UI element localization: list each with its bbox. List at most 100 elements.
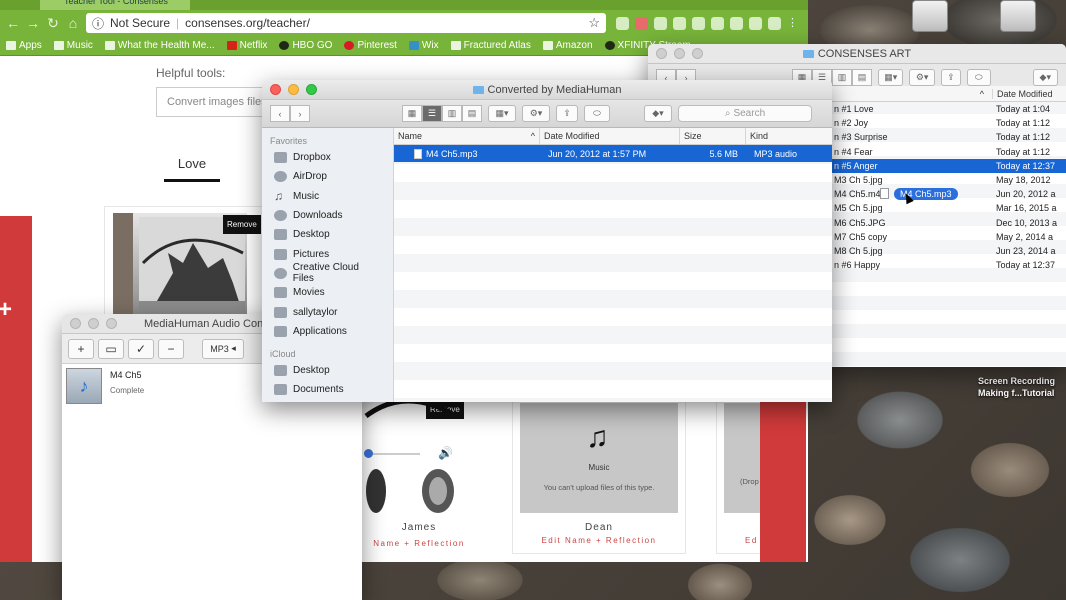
share-icon[interactable]: ⇪ — [556, 105, 578, 122]
bookmark-star-icon[interactable]: ☆ — [588, 15, 600, 31]
reload-icon[interactable]: ↻ — [46, 15, 60, 32]
column-size[interactable]: Size — [680, 128, 746, 144]
info-icon[interactable]: ⓘ — [92, 15, 104, 32]
dropbox-icon[interactable]: ◆▾ — [1032, 69, 1058, 86]
sidebar-item-pictures[interactable]: Pictures — [262, 244, 393, 263]
column-date-modified[interactable]: Date Modified — [540, 128, 680, 144]
file-row-selected[interactable]: n #5 Anger Today at 12:37 — [832, 158, 1066, 173]
sidebar-item-icloud-documents[interactable]: Documents — [262, 380, 393, 399]
minimize-button[interactable] — [288, 84, 299, 95]
icon-view-button[interactable]: ▦ — [402, 105, 422, 122]
file-row[interactable]: n #1 Love Today at 1:04 — [832, 102, 1066, 116]
close-button[interactable] — [270, 84, 281, 95]
close-button[interactable] — [656, 48, 667, 59]
tag-icon[interactable]: ⬭ — [966, 69, 991, 86]
clear-icon[interactable]: ✓ — [128, 338, 154, 359]
extension-icon[interactable] — [711, 16, 724, 30]
zoom-button[interactable] — [306, 84, 317, 95]
sidebar-item-creative-cloud[interactable]: Creative Cloud Files — [262, 262, 393, 284]
file-row[interactable]: n #2 Joy Today at 1:12 — [832, 116, 1066, 130]
tag-icon[interactable]: ⬭ — [584, 105, 610, 122]
share-icon[interactable]: ⇪ — [940, 69, 961, 86]
remove-button[interactable]: Remove — [223, 215, 261, 234]
dropbox-icon[interactable]: ◆▾ — [644, 105, 672, 122]
format-select[interactable]: MP3 ◂ — [202, 338, 244, 359]
pinterest-extension-icon[interactable] — [635, 16, 648, 30]
drive-icon[interactable] — [912, 0, 948, 32]
column-kind[interactable]: Kind — [746, 128, 832, 144]
sidebar-item-downloads[interactable]: Downloads — [262, 206, 393, 225]
sidebar-item-home[interactable]: sallytaylor — [262, 302, 393, 321]
bookmark-health[interactable]: What the Health Me... — [104, 40, 215, 51]
file-row[interactable]: M6 Ch5.JPG Dec 10, 2013 a — [832, 216, 1066, 230]
bookmark-music[interactable]: Music — [53, 40, 93, 51]
column-view-button[interactable]: ▥ — [832, 69, 852, 86]
column-name[interactable]: Name ^ — [394, 128, 540, 144]
volume-icon[interactable]: 🔊 — [438, 446, 453, 460]
extension-icon[interactable] — [673, 16, 686, 30]
file-row[interactable]: n #3 Surprise Today at 1:12 — [832, 130, 1066, 144]
bookmark-wix[interactable]: Wix — [408, 40, 439, 51]
plus-icon[interactable]: + — [0, 296, 12, 324]
file-row[interactable]: M5 Ch 5.jpg Mar 16, 2015 a — [832, 201, 1066, 215]
sidebar-item-dropbox[interactable]: Dropbox — [262, 148, 393, 167]
sidebar-item-airdrop[interactable]: AirDrop — [262, 167, 393, 186]
forward-button[interactable]: › — [290, 105, 310, 122]
volume-slider-track[interactable] — [368, 453, 420, 455]
gallery-view-button[interactable]: ▤ — [852, 69, 872, 86]
arrange-button[interactable]: ▦▾ — [878, 69, 904, 86]
add-folder-icon[interactable]: ▭ — [98, 338, 124, 359]
edit-link[interactable]: Name + Reflection — [356, 539, 482, 548]
volume-slider-knob[interactable] — [364, 449, 373, 458]
convert-images-link[interactable]: Convert images files — [156, 87, 276, 117]
list-view-button[interactable]: ☰ — [422, 105, 442, 122]
extension-icon[interactable] — [692, 16, 705, 30]
column-date-modified[interactable]: Date Modified — [992, 88, 1066, 99]
bookmark-pinterest[interactable]: Pinterest — [344, 40, 397, 51]
bookmark-amazon[interactable]: Amazon — [542, 40, 593, 51]
close-button[interactable] — [70, 318, 81, 329]
file-row-selected[interactable]: M4 Ch5.mp3 Jun 20, 2012 at 1:57 PM 5.6 M… — [394, 145, 832, 162]
zoom-button[interactable] — [692, 48, 703, 59]
menu-icon[interactable]: ⋮ — [787, 17, 800, 30]
action-gear-icon[interactable]: ⚙▾ — [909, 69, 935, 86]
bookmark-fractured-atlas[interactable]: Fractured Atlas — [450, 40, 531, 51]
minimize-button[interactable] — [88, 318, 99, 329]
file-row[interactable]: n #6 Happy Today at 12:37 — [832, 258, 1066, 272]
sort-chevron-icon[interactable]: ^ — [832, 89, 992, 99]
arrange-button[interactable]: ▦▾ — [488, 105, 516, 122]
file-row[interactable]: n #4 Fear Today at 1:12 — [832, 145, 1066, 159]
add-file-button[interactable]: + — [68, 338, 94, 359]
extension-icon[interactable] — [768, 16, 781, 30]
minimize-button[interactable] — [674, 48, 685, 59]
sidebar-item-icloud-desktop[interactable]: Desktop — [262, 361, 393, 380]
sidebar-item-desktop[interactable]: Desktop — [262, 225, 393, 244]
sidebar-item-movies[interactable]: Movies — [262, 283, 393, 302]
gallery-view-button[interactable]: ▤ — [462, 105, 482, 122]
extension-icon[interactable] — [616, 16, 629, 30]
home-icon[interactable]: ⌂ — [66, 15, 80, 31]
column-view-button[interactable]: ▥ — [442, 105, 462, 122]
back-button[interactable]: ‹ — [270, 105, 290, 122]
sidebar-item-music[interactable]: ♫ Music — [262, 187, 393, 206]
extension-icon[interactable] — [730, 16, 743, 30]
action-gear-icon[interactable]: ⚙▾ — [522, 105, 550, 122]
bookmark-netflix[interactable]: Netflix — [226, 40, 267, 51]
zoom-button[interactable] — [106, 318, 117, 329]
tab-love[interactable]: Love — [164, 156, 220, 171]
back-icon[interactable]: ← — [6, 15, 20, 31]
edit-link[interactable]: Edit Name + Reflection — [513, 536, 685, 545]
dropbox-extension-icon[interactable] — [654, 16, 667, 30]
file-row[interactable]: M3 Ch 5.jpg May 18, 2012 — [832, 173, 1066, 187]
browser-tab[interactable]: Teacher Tool - Consenses — [40, 0, 190, 10]
address-bar[interactable]: ⓘ Not Secure | consenses.org/teacher/ ☆ — [86, 13, 606, 33]
extension-icon[interactable] — [749, 16, 762, 30]
bookmark-apps[interactable]: Apps — [6, 40, 42, 51]
search-input[interactable]: ⌕ Search — [678, 105, 812, 122]
hard-disk-icon[interactable] — [1000, 0, 1036, 32]
sidebar-item-applications[interactable]: Applications — [262, 322, 393, 341]
remove-file-button[interactable]: − — [158, 338, 184, 359]
file-row[interactable]: M8 Ch 5.jpg Jun 23, 2014 a — [832, 244, 1066, 258]
bookmark-hbo[interactable]: HBO GO — [279, 40, 332, 51]
desktop-file-label[interactable]: Screen Recording Making f...Tutorial — [978, 375, 1055, 399]
